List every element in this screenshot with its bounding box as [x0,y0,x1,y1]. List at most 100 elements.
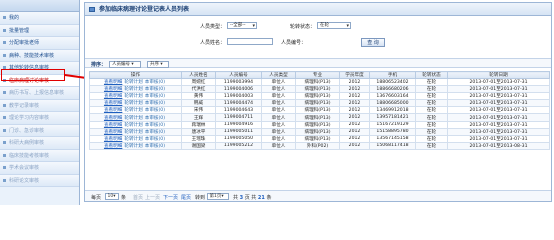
cell-status: 在轮 [415,120,448,129]
filter-form: 人员类型： --全部-- 轮转状态： 在轮 人员姓名： 人员编号： 查 询 [85,21,551,53]
cell-status: 在轮 [415,85,448,94]
cell-date: 2013-07-01至2013-07-31 [447,113,550,122]
sidebar-item[interactable]: 科研论文审核 [0,174,79,187]
pending-review-link[interactable]: 本审核(0) [145,101,165,106]
cell-type: 单位人 [261,134,296,143]
cell-date: 2013-07-01至2013-07-31 [447,106,550,115]
column-header[interactable]: 人员编号 [215,71,262,79]
cell-status: 在轮 [415,92,448,101]
rotation-plan-link[interactable]: 轮转计划 [124,101,142,106]
view-detail-link[interactable]: 查看明细 [104,80,122,85]
column-header[interactable]: 专业 [295,71,340,79]
sidebar-item[interactable]: 临床技能考核审核 [0,149,79,162]
table-row: 查看明细 轮转计划 本审核(0) 王辉 1199004711 单位人 病理科(P13) 201… [89,113,550,122]
last-page-link[interactable]: 尾页 [181,194,191,201]
sidebar-item[interactable]: 分配审批老师 [0,37,79,50]
column-header[interactable]: 轮转状态 [415,71,448,79]
cell-no: 1199003994 [215,77,262,87]
sidebar-item[interactable]: 病种、技能技术审核 [0,49,79,62]
next-page-link[interactable]: 下一页 [163,194,178,201]
cell-name: 宋伟 [181,106,216,115]
table-row: 查看明细 轮转计划 本审核(0) 周婉红 1199003994 单位人 病理科(P13) 20… [89,77,550,87]
table-row: 查看明细 轮转计划 本审核(0) 蒋瑞林 1199004916 单位人 病理科(P13) 20… [89,120,550,129]
per-page-select[interactable]: 10▾ [105,193,119,200]
pending-review-link[interactable]: 本审核(0) [145,137,165,142]
sidebar-item[interactable]: 我的 [0,12,79,25]
cell-no: 1199005212 [215,141,262,150]
cell-major: 病理科(P13) [295,92,340,101]
page-jump-select[interactable]: 第1页▾ [207,193,229,200]
column-header[interactable]: 手机 [369,71,416,79]
cell-phone: 13567145158 [369,134,416,143]
view-detail-link[interactable]: 查看明细 [104,137,122,142]
pending-review-link[interactable]: 本审核(0) [145,80,165,85]
rotation-plan-link[interactable]: 轮转计划 [124,130,142,135]
cell-date: 2013-07-01至2013-07-31 [447,77,550,87]
main-panel: 参加临床病理讨论登记表人员列表 人员类型： --全部-- 轮转状态： 在轮 人员… [84,2,552,202]
person-name-input[interactable] [227,38,273,45]
query-button[interactable]: 查 询 [361,38,385,47]
prev-page-link[interactable]: 上一页 [145,194,160,201]
pending-review-link[interactable]: 本审核(0) [145,144,165,149]
pending-review-link[interactable]: 本审核(0) [145,87,165,92]
row-actions: 查看明细 轮转计划 本审核(0) [89,127,182,136]
cell-phone: 13469912018 [369,106,416,115]
cell-no: 1199004711 [215,113,262,122]
view-detail-link[interactable]: 查看明细 [104,101,122,106]
cell-date: 2013-07-01至2013-07-31 [447,92,550,101]
column-header[interactable]: 轮转日期 [447,71,550,79]
sidebar-item[interactable]: 病历书写、上报信息审核 [0,87,79,100]
sidebar-item[interactable]: 学术会议审核 [0,162,79,175]
rotation-plan-link[interactable]: 轮转计划 [124,87,142,92]
cell-type: 单位人 [261,106,296,115]
row-actions: 查看明细 轮转计划 本审核(0) [89,106,182,115]
pending-review-link[interactable]: 本审核(0) [145,116,165,121]
pending-review-link[interactable]: 本审核(0) [145,123,165,128]
view-detail-link[interactable]: 查看明细 [104,130,122,135]
column-header[interactable]: 操作 [89,71,182,79]
table-row: 查看明细 轮转计划 本审核(0) 王瑶珠 1199005050 单位人 病理科(P13) 20… [89,134,550,143]
row-actions: 查看明细 轮转计划 本审核(0) [89,99,182,108]
sidebar-item[interactable]: 批量管理 [0,24,79,37]
view-detail-link[interactable]: 查看明细 [104,94,122,99]
rotation-plan-link[interactable]: 轮转计划 [124,108,142,113]
sort-order-select[interactable]: 升序 ▾ [147,60,169,68]
column-header[interactable]: 人员姓名 [181,71,216,79]
sidebar-item[interactable]: 门诊、急诊审核 [0,124,79,137]
sidebar-item[interactable]: 教学记录审核 [0,99,79,112]
column-header[interactable]: 学员年度 [339,71,370,79]
cell-no: 1199005050 [215,134,262,143]
cell-major: 病理科(P13) [295,106,340,115]
view-detail-link[interactable]: 查看明细 [104,123,122,128]
rotation-plan-link[interactable]: 轮转计划 [124,94,142,99]
rotation-status-select[interactable]: 在轮 [317,22,351,29]
cell-no: 1199004916 [215,120,262,129]
table-body: 查看明细 轮转计划 本审核(0) 周婉红 1199003994 单位人 病理科(P13) 20… [89,77,550,150]
pending-review-link[interactable]: 本审核(0) [145,94,165,99]
row-actions: 查看明细 轮转计划 本审核(0) [89,92,182,101]
row-actions: 查看明细 轮转计划 本审核(0) [89,134,182,143]
person-type-select[interactable]: --全部-- [227,22,257,29]
rotation-plan-link[interactable]: 轮转计划 [124,123,142,128]
cell-name: 代洪红 [181,85,216,94]
rotation-plan-link[interactable]: 轮转计划 [124,144,142,149]
column-header[interactable]: 人员类型 [261,71,296,79]
sidebar-item[interactable]: 理论学习内容审核 [0,112,79,125]
annotation-highlight-box [1,69,65,81]
rotation-plan-link[interactable]: 轮转计划 [124,137,142,142]
pending-review-link[interactable]: 本审核(0) [145,108,165,113]
view-detail-link[interactable]: 查看明细 [104,116,122,121]
sidebar-item[interactable]: 科研大病例审核 [0,137,79,150]
cell-date: 2013-07-01至2013-07-31 [447,120,550,129]
sort-field-select[interactable]: 人员编号 ▾ [109,60,141,68]
cell-major: 病理科(P13) [295,85,340,94]
view-detail-link[interactable]: 查看明细 [104,144,122,149]
rotation-plan-link[interactable]: 轮转计划 [124,116,142,121]
pending-review-link[interactable]: 本审核(0) [145,130,165,135]
cell-year: 2012 [339,99,370,108]
cell-type: 单位人 [261,92,296,101]
view-detail-link[interactable]: 查看明细 [104,87,122,92]
first-page-link[interactable]: 首页 [133,194,143,201]
rotation-plan-link[interactable]: 轮转计划 [124,80,142,85]
view-detail-link[interactable]: 查看明细 [104,108,122,113]
